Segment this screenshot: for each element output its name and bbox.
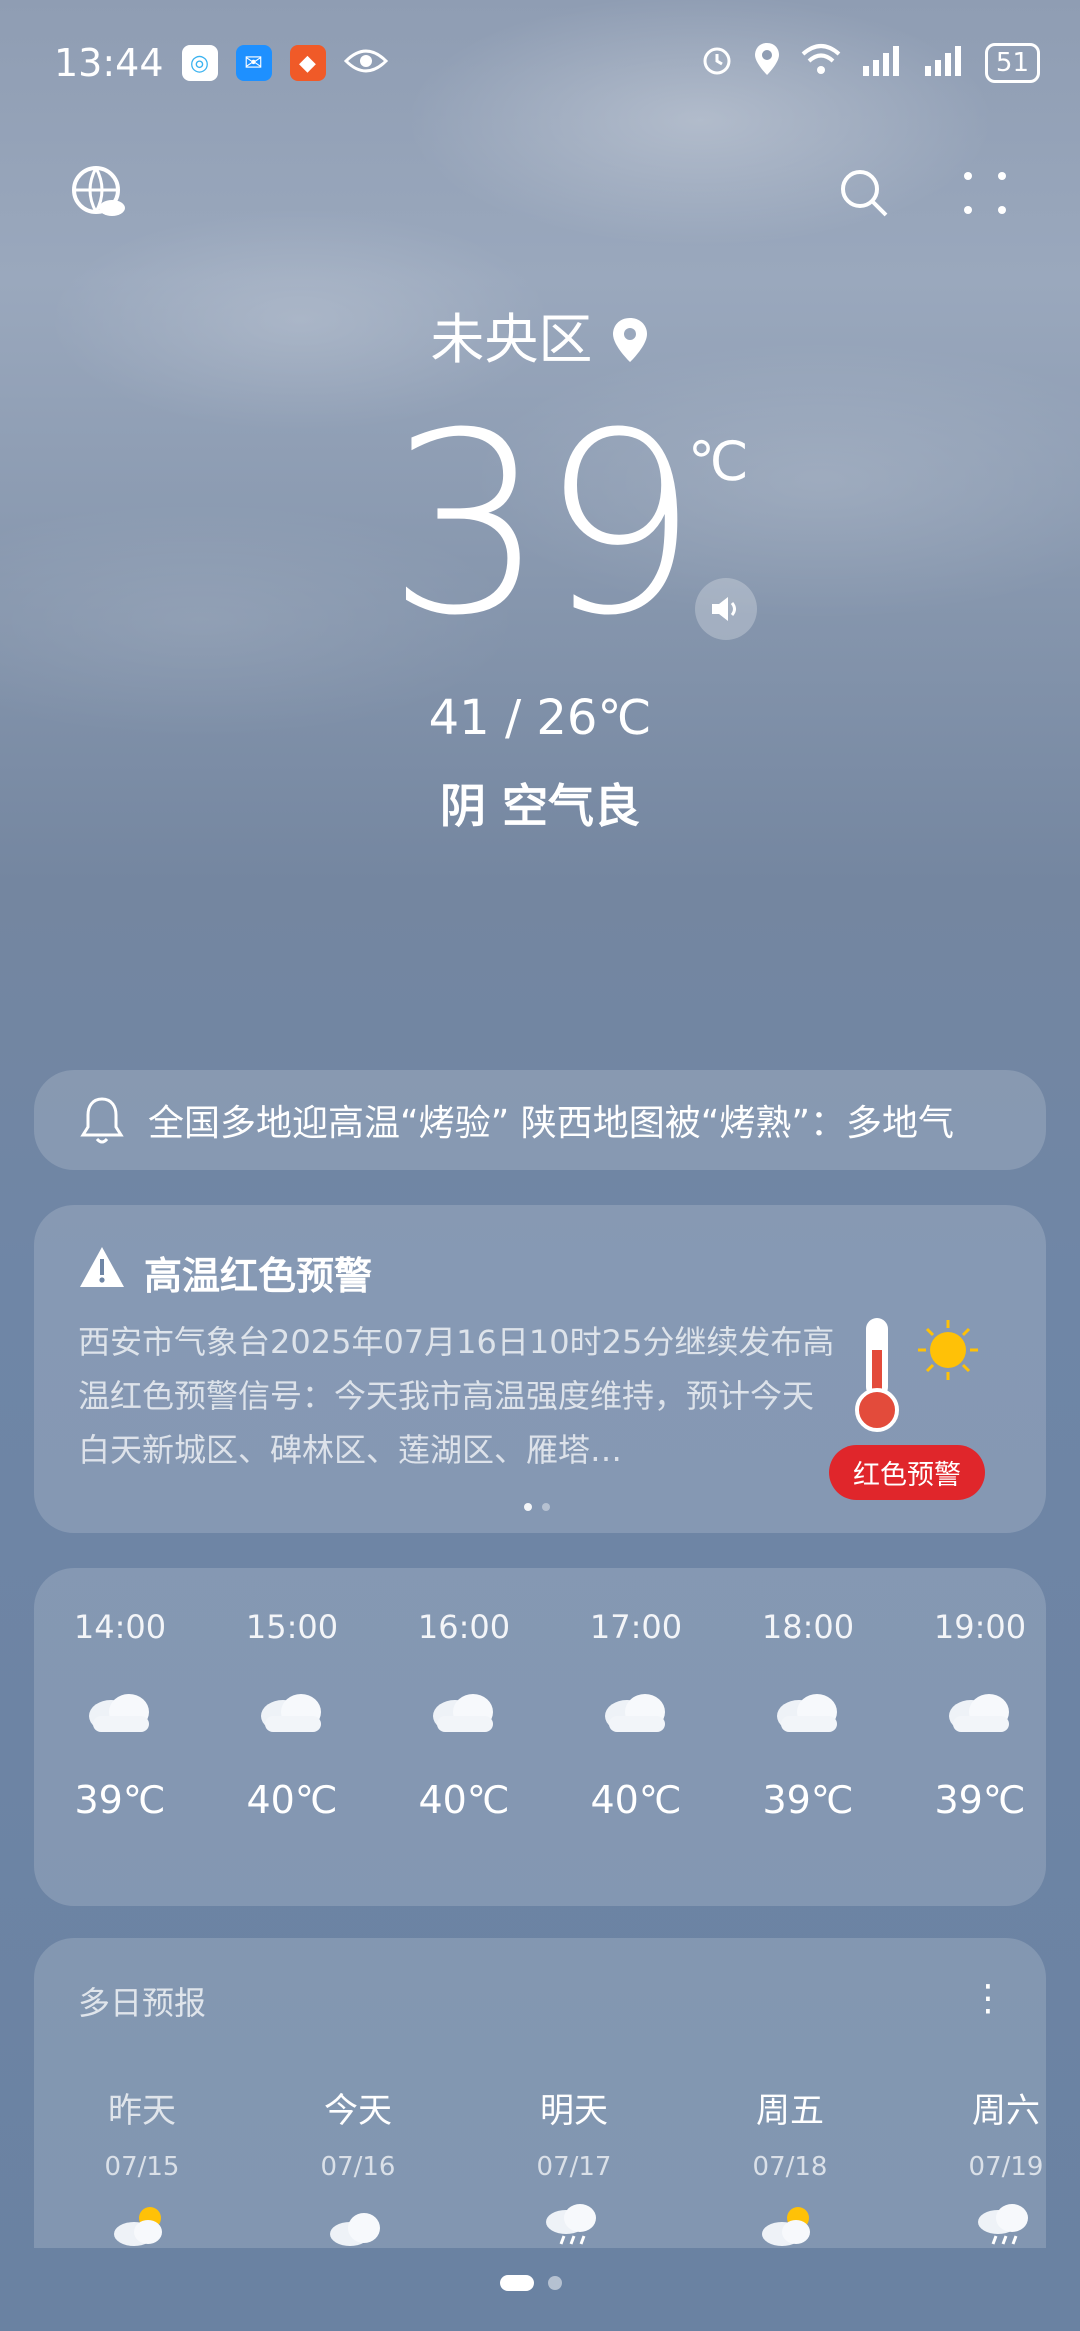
hour-time: 19:00 — [933, 1608, 1027, 1646]
page-dot-active[interactable] — [500, 2275, 534, 2291]
sun-cloud-icon — [762, 2207, 810, 2246]
day-date: 07/15 — [104, 2152, 180, 2182]
page-dot[interactable] — [548, 2276, 562, 2290]
search-icon[interactable] — [838, 167, 890, 223]
hourly-forecast[interactable]: 14:00 39℃ 15:00 40℃ 16:00 40℃ 17:00 40℃ … — [34, 1568, 1046, 1906]
cloud-icon — [89, 1694, 149, 1732]
warning-badge: 红色预警 — [829, 1445, 985, 1500]
rain-icon — [978, 2204, 1028, 2245]
sun-cloud-icon — [114, 2207, 162, 2246]
thermometer-sun-icon — [844, 1310, 994, 1444]
signal-icon-2 — [923, 41, 967, 85]
status-time: 13:44 — [54, 41, 164, 85]
cloud-icon — [330, 2213, 380, 2246]
day-item[interactable]: 昨天 07/15 — [72, 2083, 212, 2248]
day-name: 周五 — [756, 2091, 824, 2131]
hour-item: 16:00 40℃ — [378, 1608, 550, 1822]
current-temperature: 39 — [386, 379, 699, 670]
day-date: 07/19 — [968, 2152, 1044, 2182]
message-app-icon: ✉ — [235, 45, 272, 81]
city-manage-icon[interactable] — [70, 164, 128, 226]
day-date: 07/18 — [752, 2152, 828, 2182]
page-indicator-bottom[interactable] — [500, 2275, 562, 2291]
battery-indicator: 51 — [984, 43, 1040, 83]
hour-time: 14:00 — [73, 1608, 167, 1646]
day-item[interactable]: 今天 07/16 — [288, 2083, 428, 2248]
hour-item: 14:00 39℃ — [34, 1608, 206, 1822]
city-name[interactable]: 未央区 — [0, 295, 1080, 374]
hour-item: 19:00 39℃ — [894, 1608, 1066, 1822]
warning-title: 高温红色预警 — [144, 1254, 373, 1298]
wifi-icon — [799, 41, 843, 85]
warning-icon — [78, 1245, 126, 1293]
news-banner[interactable]: 全国多地迎高温“烤验” 陕西地图被“烤熟”：多地气 — [34, 1070, 1046, 1170]
day-item[interactable]: 周五 07/18 — [720, 2083, 860, 2248]
city-label: 未央区 — [430, 308, 593, 371]
cloud-icon — [433, 1694, 493, 1732]
rain-icon — [546, 2204, 596, 2245]
status-bar: 13:44 ◎ ✉ ◆ 51 — [54, 38, 1040, 88]
warning-card[interactable]: 高温红色预警 西安市气象台2025年07月16日10时25分继续发布高温红色预警… — [34, 1205, 1046, 1533]
hour-temp: 39℃ — [762, 1778, 854, 1822]
bell-icon — [80, 1095, 124, 1145]
speaker-button[interactable] — [695, 578, 757, 640]
hour-temp: 40℃ — [418, 1778, 510, 1822]
hour-temp: 39℃ — [934, 1778, 1026, 1822]
hour-time: 15:00 — [245, 1608, 339, 1646]
hour-time: 17:00 — [589, 1608, 683, 1646]
day-name: 昨天 — [108, 2091, 176, 2131]
temperature-range: 41 / 26℃ — [428, 690, 652, 746]
day-item[interactable]: 周六 07/19 — [936, 2083, 1046, 2248]
more-vertical-icon[interactable]: ⋮ — [970, 1978, 1006, 2019]
temperature-unit: ℃ — [688, 430, 749, 493]
daily-forecast-title: 多日预报 — [78, 1984, 207, 2022]
app-logo-icon: ◆ — [289, 45, 326, 81]
day-date: 07/16 — [320, 2152, 396, 2182]
alarm-icon — [699, 41, 735, 86]
daily-forecast[interactable]: 多日预报 ⋮ 昨天 07/15 今天 07/16 明天 07/17 周五 07/… — [34, 1938, 1046, 2248]
more-menu-icon[interactable] — [960, 168, 1010, 222]
weather-condition: 阴 空气良 — [439, 779, 640, 833]
hour-temp: 40℃ — [246, 1778, 338, 1822]
cloud-icon — [261, 1694, 321, 1732]
top-bar — [70, 160, 1010, 230]
hour-item: 15:00 40℃ — [206, 1608, 378, 1822]
hour-temp: 40℃ — [590, 1778, 682, 1822]
day-name: 今天 — [324, 2091, 392, 2131]
day-item[interactable]: 明天 07/17 — [504, 2083, 644, 2248]
day-date: 07/17 — [536, 2152, 612, 2182]
signal-icon — [861, 41, 905, 85]
page-indicator — [524, 1503, 550, 1511]
hour-time: 18:00 — [761, 1608, 855, 1646]
cloud-icon — [777, 1694, 837, 1732]
hour-item: 17:00 40℃ — [550, 1608, 722, 1822]
day-name: 明天 — [540, 2091, 608, 2131]
speaker-icon — [712, 597, 736, 621]
eye-icon — [343, 41, 388, 85]
day-name: 周六 — [972, 2091, 1040, 2131]
hour-time: 16:00 — [417, 1608, 511, 1646]
location-icon — [753, 41, 781, 86]
location-pin-icon — [610, 308, 650, 371]
cloud-icon — [949, 1694, 1009, 1732]
hour-temp: 39℃ — [74, 1778, 166, 1822]
warning-body: 西安市气象台2025年07月16日10时25分继续发布高温红色预警信号：今天我市… — [78, 1323, 835, 1469]
app-notification-icon: ◎ — [181, 45, 218, 81]
cloud-icon — [605, 1694, 665, 1732]
hour-item: 18:00 39℃ — [722, 1608, 894, 1822]
news-text: 全国多地迎高温“烤验” 陕西地图被“烤熟”：多地气 — [148, 1103, 955, 1144]
